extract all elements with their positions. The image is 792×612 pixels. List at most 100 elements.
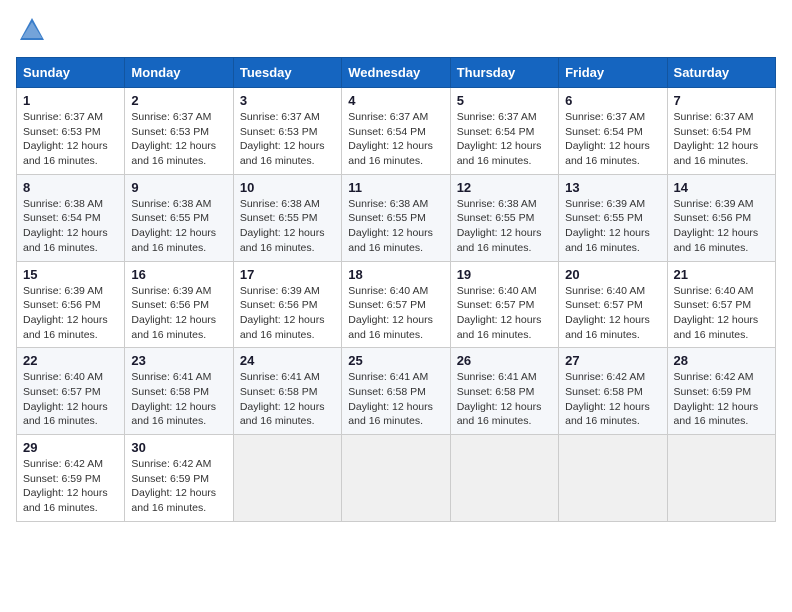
day-info: Sunrise: 6:37 AM Sunset: 6:54 PM Dayligh… xyxy=(565,110,660,169)
day-number: 28 xyxy=(674,353,769,368)
calendar-cell: 10 Sunrise: 6:38 AM Sunset: 6:55 PM Dayl… xyxy=(233,174,341,261)
header-day-saturday: Saturday xyxy=(667,58,775,88)
calendar-table: SundayMondayTuesdayWednesdayThursdayFrid… xyxy=(16,57,776,522)
day-info: Sunrise: 6:42 AM Sunset: 6:59 PM Dayligh… xyxy=(23,457,118,516)
day-info: Sunrise: 6:38 AM Sunset: 6:55 PM Dayligh… xyxy=(348,197,443,256)
calendar-week-row: 22 Sunrise: 6:40 AM Sunset: 6:57 PM Dayl… xyxy=(17,348,776,435)
calendar-cell: 7 Sunrise: 6:37 AM Sunset: 6:54 PM Dayli… xyxy=(667,88,775,175)
day-number: 5 xyxy=(457,93,552,108)
day-number: 17 xyxy=(240,267,335,282)
day-number: 2 xyxy=(131,93,226,108)
day-number: 18 xyxy=(348,267,443,282)
calendar-cell: 3 Sunrise: 6:37 AM Sunset: 6:53 PM Dayli… xyxy=(233,88,341,175)
day-info: Sunrise: 6:41 AM Sunset: 6:58 PM Dayligh… xyxy=(131,370,226,429)
calendar-header: SundayMondayTuesdayWednesdayThursdayFrid… xyxy=(17,58,776,88)
day-info: Sunrise: 6:40 AM Sunset: 6:57 PM Dayligh… xyxy=(565,284,660,343)
calendar-cell xyxy=(450,435,558,522)
day-info: Sunrise: 6:39 AM Sunset: 6:56 PM Dayligh… xyxy=(23,284,118,343)
calendar-cell: 15 Sunrise: 6:39 AM Sunset: 6:56 PM Dayl… xyxy=(17,261,125,348)
calendar-cell xyxy=(342,435,450,522)
calendar-cell: 11 Sunrise: 6:38 AM Sunset: 6:55 PM Dayl… xyxy=(342,174,450,261)
day-number: 25 xyxy=(348,353,443,368)
calendar-cell: 13 Sunrise: 6:39 AM Sunset: 6:55 PM Dayl… xyxy=(559,174,667,261)
calendar-week-row: 29 Sunrise: 6:42 AM Sunset: 6:59 PM Dayl… xyxy=(17,435,776,522)
day-number: 11 xyxy=(348,180,443,195)
day-number: 20 xyxy=(565,267,660,282)
logo-icon xyxy=(18,16,46,49)
calendar-cell xyxy=(667,435,775,522)
day-number: 21 xyxy=(674,267,769,282)
day-info: Sunrise: 6:39 AM Sunset: 6:56 PM Dayligh… xyxy=(131,284,226,343)
day-info: Sunrise: 6:42 AM Sunset: 6:59 PM Dayligh… xyxy=(131,457,226,516)
calendar-cell: 16 Sunrise: 6:39 AM Sunset: 6:56 PM Dayl… xyxy=(125,261,233,348)
header-day-thursday: Thursday xyxy=(450,58,558,88)
header-row: SundayMondayTuesdayWednesdayThursdayFrid… xyxy=(17,58,776,88)
calendar-cell: 29 Sunrise: 6:42 AM Sunset: 6:59 PM Dayl… xyxy=(17,435,125,522)
day-info: Sunrise: 6:37 AM Sunset: 6:54 PM Dayligh… xyxy=(457,110,552,169)
day-number: 4 xyxy=(348,93,443,108)
calendar-cell: 24 Sunrise: 6:41 AM Sunset: 6:58 PM Dayl… xyxy=(233,348,341,435)
day-info: Sunrise: 6:41 AM Sunset: 6:58 PM Dayligh… xyxy=(348,370,443,429)
calendar-cell: 28 Sunrise: 6:42 AM Sunset: 6:59 PM Dayl… xyxy=(667,348,775,435)
day-number: 6 xyxy=(565,93,660,108)
calendar-cell: 8 Sunrise: 6:38 AM Sunset: 6:54 PM Dayli… xyxy=(17,174,125,261)
day-info: Sunrise: 6:38 AM Sunset: 6:54 PM Dayligh… xyxy=(23,197,118,256)
day-number: 30 xyxy=(131,440,226,455)
day-number: 13 xyxy=(565,180,660,195)
header-day-monday: Monday xyxy=(125,58,233,88)
calendar-cell: 1 Sunrise: 6:37 AM Sunset: 6:53 PM Dayli… xyxy=(17,88,125,175)
day-info: Sunrise: 6:37 AM Sunset: 6:54 PM Dayligh… xyxy=(348,110,443,169)
calendar-cell: 5 Sunrise: 6:37 AM Sunset: 6:54 PM Dayli… xyxy=(450,88,558,175)
day-info: Sunrise: 6:37 AM Sunset: 6:54 PM Dayligh… xyxy=(674,110,769,169)
calendar-cell: 27 Sunrise: 6:42 AM Sunset: 6:58 PM Dayl… xyxy=(559,348,667,435)
day-info: Sunrise: 6:40 AM Sunset: 6:57 PM Dayligh… xyxy=(457,284,552,343)
day-info: Sunrise: 6:39 AM Sunset: 6:55 PM Dayligh… xyxy=(565,197,660,256)
calendar-cell: 4 Sunrise: 6:37 AM Sunset: 6:54 PM Dayli… xyxy=(342,88,450,175)
calendar-week-row: 8 Sunrise: 6:38 AM Sunset: 6:54 PM Dayli… xyxy=(17,174,776,261)
day-number: 29 xyxy=(23,440,118,455)
day-number: 24 xyxy=(240,353,335,368)
calendar-week-row: 15 Sunrise: 6:39 AM Sunset: 6:56 PM Dayl… xyxy=(17,261,776,348)
day-number: 8 xyxy=(23,180,118,195)
day-number: 14 xyxy=(674,180,769,195)
calendar-cell: 14 Sunrise: 6:39 AM Sunset: 6:56 PM Dayl… xyxy=(667,174,775,261)
day-number: 22 xyxy=(23,353,118,368)
day-info: Sunrise: 6:41 AM Sunset: 6:58 PM Dayligh… xyxy=(457,370,552,429)
day-number: 15 xyxy=(23,267,118,282)
calendar-week-row: 1 Sunrise: 6:37 AM Sunset: 6:53 PM Dayli… xyxy=(17,88,776,175)
day-info: Sunrise: 6:40 AM Sunset: 6:57 PM Dayligh… xyxy=(674,284,769,343)
header-day-sunday: Sunday xyxy=(17,58,125,88)
calendar-cell: 19 Sunrise: 6:40 AM Sunset: 6:57 PM Dayl… xyxy=(450,261,558,348)
day-info: Sunrise: 6:39 AM Sunset: 6:56 PM Dayligh… xyxy=(240,284,335,343)
day-number: 26 xyxy=(457,353,552,368)
day-info: Sunrise: 6:40 AM Sunset: 6:57 PM Dayligh… xyxy=(23,370,118,429)
calendar-cell: 12 Sunrise: 6:38 AM Sunset: 6:55 PM Dayl… xyxy=(450,174,558,261)
day-info: Sunrise: 6:40 AM Sunset: 6:57 PM Dayligh… xyxy=(348,284,443,343)
day-number: 10 xyxy=(240,180,335,195)
day-number: 23 xyxy=(131,353,226,368)
calendar-cell: 17 Sunrise: 6:39 AM Sunset: 6:56 PM Dayl… xyxy=(233,261,341,348)
day-number: 12 xyxy=(457,180,552,195)
day-info: Sunrise: 6:37 AM Sunset: 6:53 PM Dayligh… xyxy=(23,110,118,169)
calendar-cell xyxy=(233,435,341,522)
calendar-cell: 2 Sunrise: 6:37 AM Sunset: 6:53 PM Dayli… xyxy=(125,88,233,175)
day-info: Sunrise: 6:42 AM Sunset: 6:58 PM Dayligh… xyxy=(565,370,660,429)
day-number: 19 xyxy=(457,267,552,282)
day-info: Sunrise: 6:37 AM Sunset: 6:53 PM Dayligh… xyxy=(131,110,226,169)
day-info: Sunrise: 6:42 AM Sunset: 6:59 PM Dayligh… xyxy=(674,370,769,429)
calendar-cell: 30 Sunrise: 6:42 AM Sunset: 6:59 PM Dayl… xyxy=(125,435,233,522)
day-info: Sunrise: 6:39 AM Sunset: 6:56 PM Dayligh… xyxy=(674,197,769,256)
day-number: 16 xyxy=(131,267,226,282)
calendar-cell: 25 Sunrise: 6:41 AM Sunset: 6:58 PM Dayl… xyxy=(342,348,450,435)
day-number: 1 xyxy=(23,93,118,108)
day-number: 27 xyxy=(565,353,660,368)
calendar-cell: 23 Sunrise: 6:41 AM Sunset: 6:58 PM Dayl… xyxy=(125,348,233,435)
day-info: Sunrise: 6:41 AM Sunset: 6:58 PM Dayligh… xyxy=(240,370,335,429)
calendar-cell: 9 Sunrise: 6:38 AM Sunset: 6:55 PM Dayli… xyxy=(125,174,233,261)
header-day-friday: Friday xyxy=(559,58,667,88)
day-info: Sunrise: 6:38 AM Sunset: 6:55 PM Dayligh… xyxy=(240,197,335,256)
calendar-cell: 22 Sunrise: 6:40 AM Sunset: 6:57 PM Dayl… xyxy=(17,348,125,435)
calendar-cell: 6 Sunrise: 6:37 AM Sunset: 6:54 PM Dayli… xyxy=(559,88,667,175)
header-day-wednesday: Wednesday xyxy=(342,58,450,88)
calendar-body: 1 Sunrise: 6:37 AM Sunset: 6:53 PM Dayli… xyxy=(17,88,776,522)
